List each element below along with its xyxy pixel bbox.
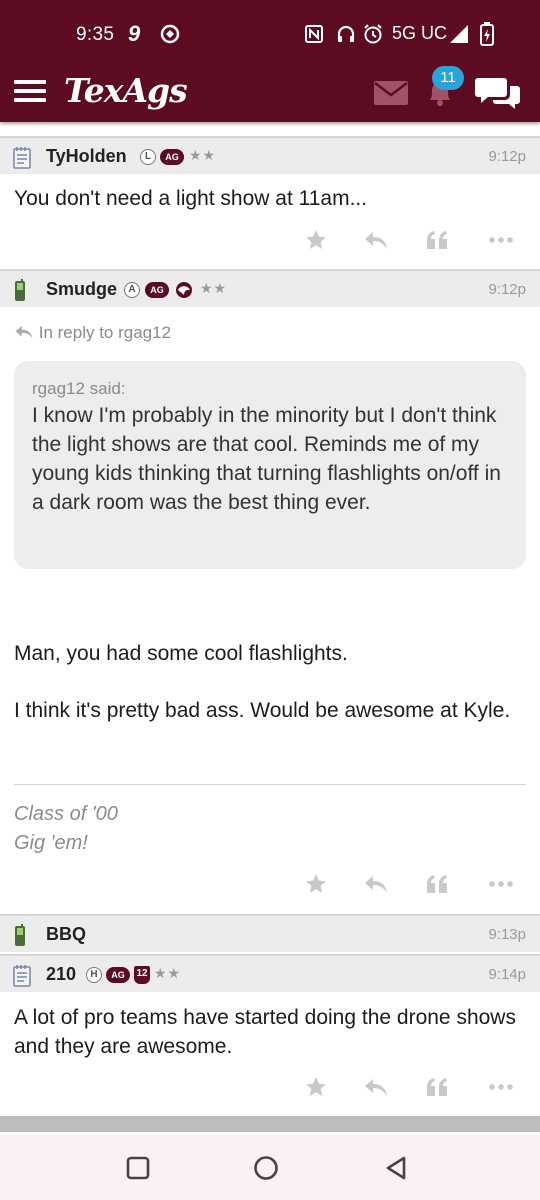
reply-icon[interactable] (361, 1072, 391, 1102)
status-time: 9:35 (76, 24, 115, 45)
signature-line: Class of '00 (14, 803, 118, 825)
star-icon[interactable] (301, 225, 331, 255)
post-actions (0, 225, 540, 255)
post-time: 9:13p (488, 926, 526, 943)
quote-author: rgag12 said: (32, 379, 126, 398)
post-header: TyHolden L AG ★★ 9:12p (0, 136, 540, 174)
username[interactable]: TyHolden (46, 146, 127, 167)
post-body: Man, you had some cool flashlights. (14, 642, 348, 665)
vpn-icon (160, 20, 180, 48)
star-icon[interactable] (301, 869, 331, 899)
signature-divider (14, 784, 526, 785)
post-time: 9:14p (488, 966, 526, 983)
recents-icon[interactable] (124, 1154, 152, 1182)
back-icon[interactable] (382, 1154, 410, 1182)
rank-badge: H (86, 967, 102, 983)
star-rating: ★★ (154, 965, 182, 981)
more-icon[interactable] (486, 225, 516, 255)
star-rating: ★★ (189, 147, 217, 163)
star-icon[interactable] (301, 1072, 331, 1102)
ag-badge: AG (160, 149, 184, 165)
ag-badge: AG (106, 967, 130, 983)
post-header: Smudge A AG ★★ 9:12p (0, 269, 540, 307)
reply-to-text: In reply to rgag12 (38, 323, 172, 342)
quote-icon[interactable] (422, 225, 452, 255)
post-time: 9:12p (488, 281, 526, 298)
alarm-icon (362, 20, 384, 48)
next-post-edge (0, 1116, 540, 1132)
notepad-icon (12, 146, 32, 175)
app-logo[interactable]: TexAgs (64, 71, 188, 110)
chat-icon[interactable] (474, 74, 522, 115)
ag-badge: AG (145, 282, 169, 298)
post-actions (0, 869, 540, 899)
post-body: A lot of pro teams have started doing th… (14, 1006, 516, 1058)
username[interactable]: BBQ (46, 924, 86, 945)
more-icon[interactable] (486, 869, 516, 899)
quote-icon[interactable] (422, 1072, 452, 1102)
phone-icon (12, 924, 28, 953)
team-logo-icon (174, 281, 194, 304)
reply-arrow-icon (15, 325, 33, 339)
app-bar: TexAgs 11 (0, 62, 540, 122)
headphones-icon (336, 20, 356, 48)
quote-text: I know I'm probably in the minority but … (32, 404, 501, 514)
system-nav-bar (0, 1134, 540, 1200)
notepad-icon (12, 964, 32, 993)
signal-icon (448, 20, 470, 48)
home-icon[interactable] (252, 1154, 280, 1182)
battery-charging-icon (480, 20, 494, 48)
post-time: 9:12p (488, 148, 526, 165)
number-badge: 12 (134, 966, 150, 984)
notification-9-icon: 9 (128, 21, 141, 46)
notification-badge[interactable]: 11 (432, 66, 464, 90)
reply-to-link[interactable]: In reply to rgag12 (14, 323, 171, 343)
reply-icon[interactable] (361, 869, 391, 899)
rank-badge: A (124, 282, 140, 298)
username[interactable]: Smudge (46, 279, 117, 300)
star-rating: ★★ (200, 280, 228, 296)
more-icon[interactable] (486, 1072, 516, 1102)
quote-block: rgag12 said: I know I'm probably in the … (14, 361, 526, 569)
post-body: You don't need a light show at 11am... (14, 187, 368, 210)
status-bar: 9:35 9 5G UC (0, 0, 540, 62)
username[interactable]: 210 (46, 964, 76, 985)
reply-icon[interactable] (361, 225, 391, 255)
nfc-icon (304, 20, 324, 48)
signature-line: Gig 'em! (14, 832, 88, 854)
mail-icon[interactable] (374, 81, 408, 110)
rank-badge: L (140, 149, 156, 165)
phone-icon (12, 279, 28, 308)
menu-icon[interactable] (14, 80, 46, 102)
post-header: BBQ 9:13p (0, 914, 540, 952)
post-actions (0, 1072, 540, 1102)
network-type: 5G UC (392, 23, 448, 43)
quote-icon[interactable] (422, 869, 452, 899)
post-body: I think it's pretty bad ass. Would be aw… (14, 699, 511, 722)
post-header: 210 H AG 12 ★★ 9:14p (0, 954, 540, 992)
